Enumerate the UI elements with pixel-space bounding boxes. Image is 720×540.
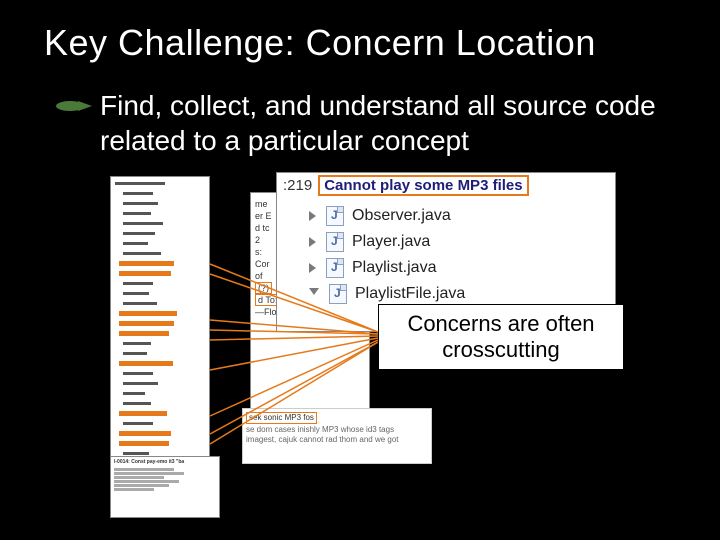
blur-line: se dom cases inishly MP3 whose id3 tags (246, 425, 394, 434)
expand-icon (309, 237, 316, 247)
blur-highlight: sek sonic MP3 fos (246, 412, 317, 424)
slide-title: Key Challenge: Concern Location (44, 22, 700, 64)
blur-text-panel: sek sonic MP3 fos se dom cases inishly M… (242, 408, 432, 464)
file-name: Player.java (352, 233, 430, 251)
detail-panel-title: I-0014: Const pay-emo it3 "ba (111, 457, 219, 467)
file-row: Observer.java (309, 203, 465, 229)
expand-icon (309, 263, 316, 273)
blur-line: imagest, cajuk cannot rad thom and we go… (246, 435, 399, 444)
bullet-arrow-icon (56, 98, 92, 114)
bullet-text: Find, collect, and understand all source… (100, 88, 680, 158)
callout-box: Concerns are often crosscutting (378, 304, 624, 370)
bug-header: :219 Cannot play some MP3 files (277, 173, 615, 197)
file-name: Observer.java (352, 207, 451, 225)
illustration-area: I-0014: Const pay-emo it3 "ba me er E d … (110, 172, 640, 522)
java-file-icon (326, 232, 344, 252)
file-name: PlaylistFile.java (355, 285, 465, 303)
bullet-item: Find, collect, and understand all source… (56, 88, 680, 158)
file-row: Player.java (309, 229, 465, 255)
expand-icon (309, 211, 316, 221)
expand-open-icon (309, 288, 319, 300)
slide: Key Challenge: Concern Location Find, co… (0, 0, 720, 540)
file-name: Playlist.java (352, 259, 436, 277)
java-file-icon (326, 258, 344, 278)
java-file-icon (326, 206, 344, 226)
file-list: Observer.java Player.java Playlist.java … (309, 203, 465, 307)
bug-title: Cannot play some MP3 files (318, 175, 528, 196)
file-row: Playlist.java (309, 255, 465, 281)
callout-text: Concerns are often crosscutting (387, 311, 615, 364)
java-file-icon (329, 284, 347, 304)
detail-panel: I-0014: Const pay-emo it3 "ba (110, 456, 220, 518)
bug-id: :219 (283, 177, 312, 194)
